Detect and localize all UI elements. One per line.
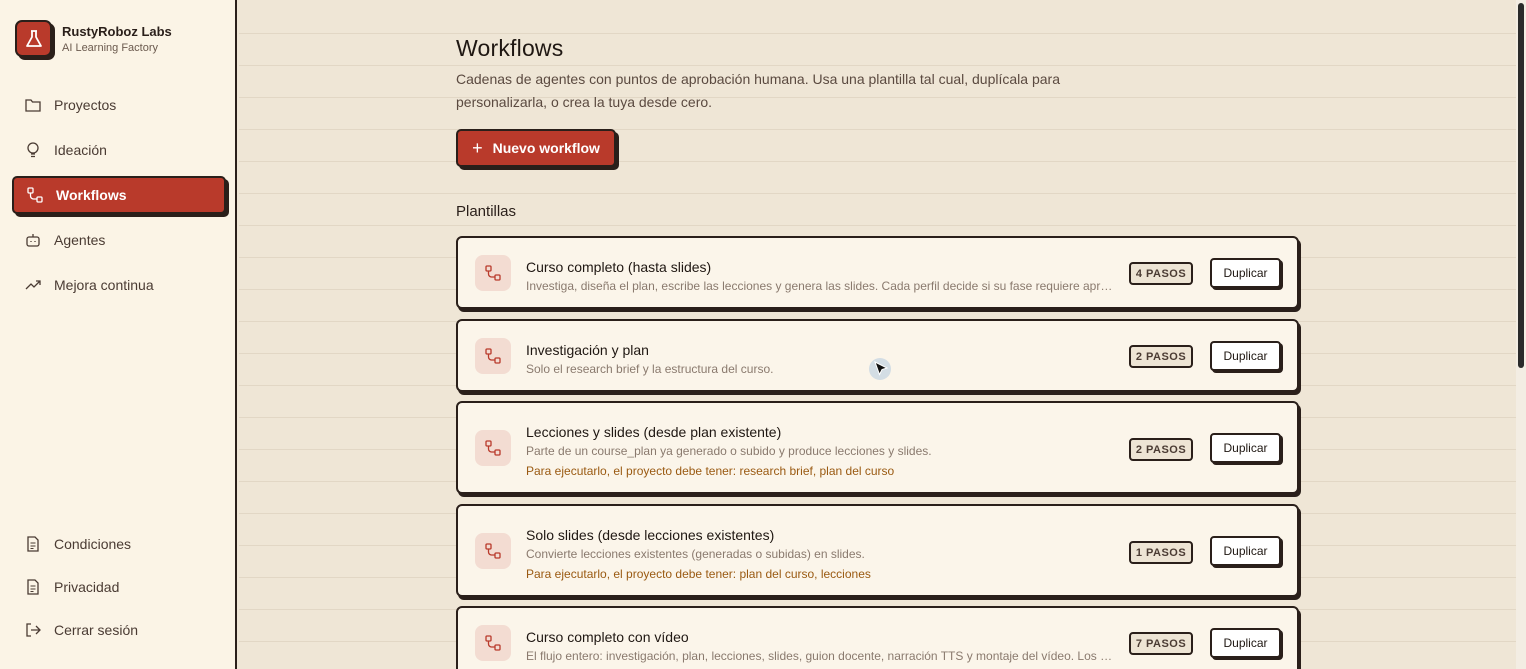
sidebar-item-label: Condiciones: [54, 536, 132, 552]
workflow-icon: [475, 255, 511, 291]
sidebar-item-label: Privacidad: [54, 579, 120, 595]
steps-badge: 2 PASOS: [1129, 345, 1193, 368]
sidebar-item-label: Ideación: [54, 142, 107, 158]
flask-icon: [15, 20, 52, 57]
sidebar-item-workflows[interactable]: Workflows: [12, 176, 226, 214]
folder-icon: [24, 96, 42, 114]
template-description: Parte de un course_plan ya generado o su…: [526, 444, 932, 458]
sidebar-item-label: Workflows: [56, 187, 127, 203]
sidebar-item-privacidad[interactable]: Privacidad: [12, 568, 226, 606]
duplicate-button[interactable]: Duplicar: [1210, 433, 1281, 463]
sidebar-item-mejora-continua[interactable]: Mejora continua: [12, 266, 226, 304]
new-workflow-button[interactable]: + Nuevo workflow: [456, 129, 616, 167]
template-description: El flujo entero: investigación, plan, le…: [526, 649, 1116, 663]
sidebar-item-cerrar-sesion[interactable]: Cerrar sesión: [12, 611, 226, 649]
sidebar-item-label: Cerrar sesión: [54, 622, 139, 638]
workflow-icon: [475, 338, 511, 374]
workflow-icon: [475, 625, 511, 661]
main-nav: Proyectos Ideación Workflows Agentes Mej…: [12, 86, 226, 311]
template-requirement: Para ejecutarlo, el proyecto debe tener:…: [526, 567, 871, 581]
plus-icon: +: [472, 137, 483, 158]
lightbulb-icon: [24, 141, 42, 159]
sidebar-item-condiciones[interactable]: Condiciones: [12, 525, 226, 563]
template-card[interactable]: Lecciones y slides (desde plan existente…: [456, 401, 1299, 494]
sidebar-item-label: Mejora continua: [54, 277, 154, 293]
duplicate-button[interactable]: Duplicar: [1210, 536, 1281, 566]
steps-badge: 4 PASOS: [1129, 262, 1193, 285]
section-title: Plantillas: [456, 203, 517, 220]
steps-badge: 2 PASOS: [1129, 438, 1193, 461]
brand[interactable]: RustyRoboz Labs AI Learning Factory: [15, 20, 172, 57]
template-title: Investigación y plan: [526, 342, 649, 358]
workflow-icon: [26, 186, 44, 204]
brand-name: RustyRoboz Labs: [62, 23, 172, 39]
scrollbar[interactable]: [1516, 0, 1526, 669]
template-title: Curso completo (hasta slides): [526, 259, 712, 275]
document-icon: [24, 535, 42, 553]
template-card[interactable]: Curso completo (hasta slides) Investiga,…: [456, 236, 1299, 309]
sidebar-item-label: Proyectos: [54, 97, 117, 113]
page-title: Workflows: [456, 35, 564, 61]
template-card[interactable]: Solo slides (desde lecciones existentes)…: [456, 504, 1299, 597]
robot-icon: [24, 231, 42, 249]
template-description: Convierte lecciones existentes (generada…: [526, 547, 865, 561]
duplicate-button[interactable]: Duplicar: [1210, 341, 1281, 371]
main-content: Workflows Cadenas de agentes con puntos …: [239, 0, 1516, 669]
new-workflow-label: Nuevo workflow: [492, 140, 600, 156]
sidebar-item-agentes[interactable]: Agentes: [12, 221, 226, 259]
sidebar-item-proyectos[interactable]: Proyectos: [12, 86, 226, 124]
brand-subtitle: AI Learning Factory: [62, 41, 158, 54]
sidebar-item-ideacion[interactable]: Ideación: [12, 131, 226, 169]
sidebar-item-label: Agentes: [54, 232, 106, 248]
template-title: Lecciones y slides (desde plan existente…: [526, 424, 782, 440]
document-icon: [24, 578, 42, 596]
template-description: Solo el research brief y la estructura d…: [526, 362, 774, 376]
workflow-icon: [475, 430, 511, 466]
template-card[interactable]: Curso completo con vídeo El flujo entero…: [456, 606, 1299, 669]
template-title: Curso completo con vídeo: [526, 629, 689, 645]
sidebar: RustyRoboz Labs AI Learning Factory Proy…: [0, 0, 237, 669]
template-requirement: Para ejecutarlo, el proyecto debe tener:…: [526, 464, 895, 478]
duplicate-button[interactable]: Duplicar: [1210, 258, 1281, 288]
logout-icon: [24, 621, 42, 639]
duplicate-button[interactable]: Duplicar: [1210, 628, 1281, 658]
mouse-cursor-icon: [868, 356, 892, 387]
workflow-icon: [475, 533, 511, 569]
page-description: Cadenas de agentes con puntos de aprobac…: [456, 71, 1060, 110]
steps-badge: 1 PASOS: [1129, 541, 1193, 564]
steps-badge: 7 PASOS: [1129, 632, 1193, 655]
scroll-thumb[interactable]: [1518, 3, 1524, 368]
trend-up-icon: [24, 276, 42, 294]
footer-nav: Condiciones Privacidad Cerrar sesión: [12, 525, 226, 654]
template-description: Investiga, diseña el plan, escribe las l…: [526, 279, 1116, 293]
template-title: Solo slides (desde lecciones existentes): [526, 527, 775, 543]
